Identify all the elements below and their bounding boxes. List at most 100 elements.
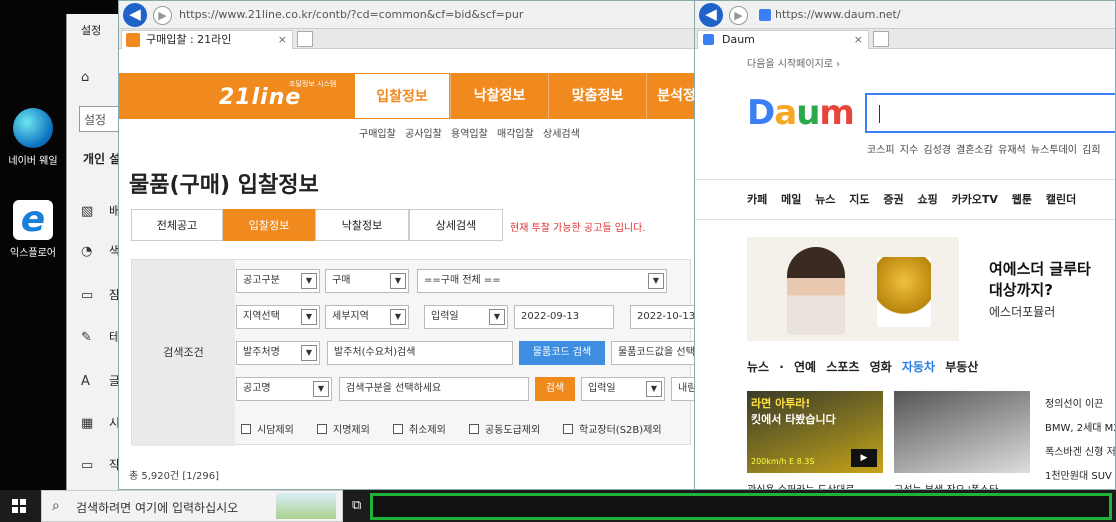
nav-analysis[interactable]: 분석정 (646, 73, 694, 119)
keyword-input[interactable]: 검색구분을 선택하세요 (339, 377, 529, 401)
notice-name-select[interactable]: 공고명 ▼ (236, 377, 332, 401)
menu-webtoon[interactable]: 웹툰 (1012, 193, 1032, 206)
checkbox-exclude-designated[interactable]: 지명제외 (317, 421, 370, 436)
play-icon[interactable]: ▶ (851, 449, 877, 467)
trend-item[interactable]: 유재석 뉴스투데이 (998, 145, 1077, 156)
logo-tagline: 조달정보 시스템 (289, 80, 337, 88)
notice-type-select[interactable]: 공고구분 ▼ (236, 269, 320, 293)
category-movie[interactable]: 영화 (870, 360, 892, 374)
menu-mail[interactable]: 메일 (781, 193, 801, 206)
start-icon[interactable]: ▦ (81, 416, 97, 432)
sub-navigation: 구매입찰 공사입찰 용역입찰 매각입찰 상세검색 (359, 125, 580, 140)
desktop-icon-naver-whale[interactable]: 네이버 웨일 (2, 108, 64, 167)
ad-banner-image[interactable] (747, 237, 959, 341)
theme-icon[interactable]: ✎ (81, 330, 97, 346)
desktop-icon-label: 네이버 웨일 (8, 156, 58, 167)
news-list-item[interactable]: 폭스바겐 신형 저 (1045, 443, 1115, 458)
nav-custom-info[interactable]: 맞춤정보 (548, 73, 646, 119)
category-realestate[interactable]: 부동산 (945, 360, 978, 374)
daum-logo[interactable]: Daum (747, 93, 855, 133)
subnav-item[interactable]: 공사입찰 (405, 129, 442, 140)
ad-title[interactable]: 여에스더 글루타 대상까지? (989, 259, 1091, 301)
subnav-item[interactable]: 매각입찰 (497, 129, 534, 140)
menu-news[interactable]: 뉴스 (815, 193, 835, 206)
category-entertainment[interactable]: 연예 (794, 360, 816, 374)
daum-favicon-icon (759, 9, 771, 21)
sort-field-select[interactable]: 입력일 ▼ (581, 377, 665, 401)
font-icon[interactable]: A (81, 374, 97, 390)
url-field[interactable]: https://www.21line.co.kr/contb/?cd=commo… (179, 6, 692, 24)
checkbox-exclude-joint[interactable]: 공동도급제외 (469, 421, 540, 436)
purchase-category-select[interactable]: ==구매 전체 == ▼ (417, 269, 667, 293)
menu-calendar[interactable]: 캘린더 (1046, 193, 1076, 206)
menu-stock[interactable]: 증권 (883, 193, 903, 206)
tab-detail-search[interactable]: 상세검색 (409, 209, 503, 241)
checkbox-exclude-s2b[interactable]: 학교장터(S2B)제외 (563, 421, 662, 436)
checkbox-exclude-cancelled[interactable]: 취소제외 (393, 421, 446, 436)
new-tab-icon[interactable] (873, 31, 889, 47)
search-button[interactable]: 검색 (535, 377, 575, 401)
menu-kakaotv[interactable]: 카카오TV (952, 193, 998, 206)
category-car[interactable]: 자동차 (902, 360, 935, 374)
news-caption[interactable]: 관심용 슈퍼카는 도산대로 (747, 481, 855, 489)
subnav-item[interactable]: 상세검색 (543, 129, 580, 140)
new-tab-icon[interactable] (297, 31, 313, 47)
menu-map[interactable]: 지도 (849, 193, 869, 206)
home-icon[interactable]: ⌂ (81, 70, 97, 86)
nav-bid-info[interactable]: 입찰정보 (354, 73, 450, 119)
item-code-search-button[interactable]: 물품코드 검색 (519, 341, 605, 365)
back-arrow-icon[interactable]: ◀ (123, 3, 147, 27)
date-to-input[interactable]: 2022-10-13 (630, 305, 694, 329)
close-tab-icon[interactable]: × (278, 31, 287, 48)
highlighted-taskbar-area[interactable] (370, 493, 1112, 520)
close-tab-icon[interactable]: × (854, 31, 863, 48)
search-input[interactable] (865, 93, 1115, 133)
nav-award-info[interactable]: 낙찰정보 (450, 73, 548, 119)
region-select[interactable]: 지역선택 ▼ (236, 305, 320, 329)
news-caption[interactable]: 고성능 부생 잔요 '폭스타 (894, 481, 998, 489)
news-thumbnail[interactable]: 라면 아투라! 킷에서 타봤습니다 200km/h E 8.3S ▶ (747, 391, 883, 473)
windows-start-icon[interactable] (12, 499, 26, 513)
date-type-select[interactable]: 입력일 ▼ (424, 305, 508, 329)
date-from-input[interactable]: 2022-09-13 (514, 305, 614, 329)
lock-screen-icon[interactable]: ▭ (81, 288, 97, 304)
menu-shopping[interactable]: 쇼핑 (917, 193, 937, 206)
orderer-search-input[interactable]: 발주처(수요처)검색 (327, 341, 513, 365)
forward-arrow-icon[interactable]: ▶ (729, 6, 748, 25)
forward-arrow-icon[interactable]: ▶ (153, 6, 172, 25)
desktop-icon-internet-explorer[interactable]: e 익스플로어 (2, 200, 64, 260)
tab-award-info[interactable]: 낙찰정보 (315, 209, 409, 241)
category-sports[interactable]: 스포츠 (826, 360, 859, 374)
back-arrow-icon[interactable]: ◀ (699, 3, 723, 27)
sub-region-select[interactable]: 세부지역 ▼ (325, 305, 409, 329)
tab-21line[interactable]: 구매입찰 : 21라인 × (121, 30, 293, 49)
ad-person-image (787, 247, 845, 335)
subnav-item[interactable]: 용역입찰 (451, 129, 488, 140)
tab-bid-info[interactable]: 입찰정보 (223, 209, 315, 241)
task-view-icon[interactable]: ⧉ (352, 498, 361, 513)
category-news[interactable]: 뉴스 · (747, 360, 784, 374)
set-start-page-link[interactable]: 다음을 시작페이지로 › (747, 55, 840, 70)
purchase-type-select[interactable]: 구매 ▼ (325, 269, 409, 293)
news-thumbnail[interactable] (894, 391, 1030, 473)
trend-item[interactable]: 김성경 결혼소감 (923, 145, 993, 156)
palette-icon[interactable]: ◔ (81, 244, 97, 260)
taskbar-search-box[interactable]: ⌕ 검색하려면 여기에 입력하십시오 (41, 490, 343, 522)
news-list-item[interactable]: 1천만원대 SUV (1045, 467, 1112, 482)
url-field[interactable]: https://www.daum.net/ (755, 6, 1113, 24)
checkbox-exclude-negotiation[interactable]: 시담제외 (241, 421, 294, 436)
background-icon[interactable]: ▧ (81, 204, 97, 220)
item-code-input[interactable]: 물품코드값을 선택 (611, 341, 694, 365)
tab-all-notices[interactable]: 전체공고 (131, 209, 223, 241)
tab-daum[interactable]: Daum × (697, 30, 869, 49)
news-list-item[interactable]: 정의선이 이끈 (1045, 395, 1103, 410)
trend-item[interactable]: 코스피 지수 (867, 145, 918, 156)
news-list-item[interactable]: BMW, 2세대 M2 (1045, 419, 1115, 434)
sort-order-select[interactable]: 내림 (671, 377, 694, 401)
trend-item[interactable]: 김희 (1082, 145, 1100, 156)
taskbar-settings-icon[interactable]: ▭ (81, 458, 97, 474)
subnav-item[interactable]: 구매입찰 (359, 129, 396, 140)
orderer-select[interactable]: 발주처명 ▼ (236, 341, 320, 365)
menu-cafe[interactable]: 카페 (747, 193, 767, 206)
page-title: 물품(구매) 입찰정보 (129, 173, 319, 198)
